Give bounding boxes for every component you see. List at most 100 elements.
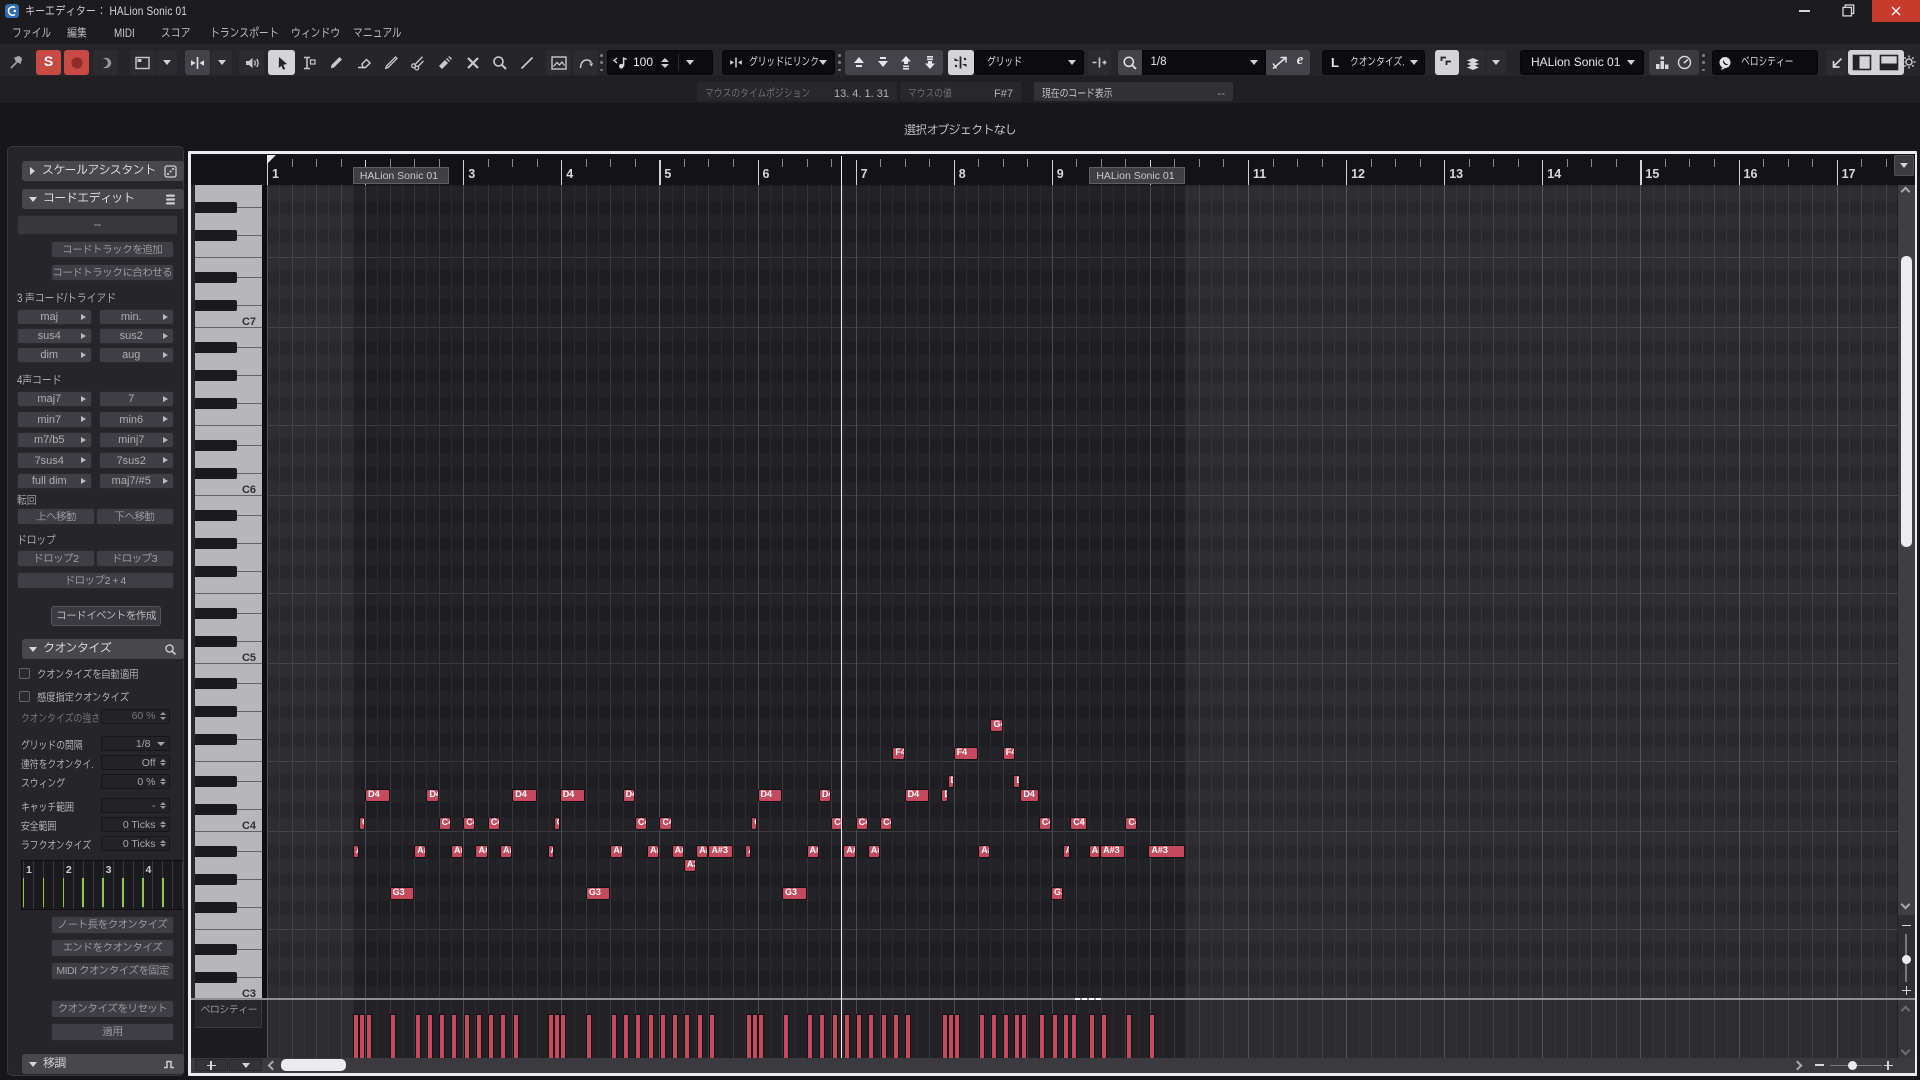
piano-keyboard[interactable]: C3C4C5C6C7 — [195, 185, 263, 998]
midi-note[interactable]: A#3 — [500, 845, 512, 858]
velocity-bar[interactable] — [948, 1014, 954, 1058]
hzoom-slider[interactable] — [1848, 1061, 1857, 1070]
quantize-param-1-dropdown-caret[interactable] — [157, 742, 165, 746]
close-button[interactable] — [1872, 0, 1920, 22]
velocity-bar[interactable] — [905, 1014, 911, 1058]
vzoom-out-icon[interactable] — [1902, 925, 1911, 927]
split-tool[interactable] — [405, 50, 432, 75]
menu-item-edit[interactable]: 編集 — [67, 25, 87, 43]
quantize-param-4-stepper[interactable] — [160, 802, 166, 810]
show-left-zone-button[interactable] — [1852, 54, 1872, 71]
midi-note[interactable]: G4 — [990, 719, 1002, 732]
vzoom-in-icon[interactable] — [1902, 986, 1911, 995]
black-key[interactable] — [195, 342, 237, 353]
event-colors-box[interactable]: ベロシティー — [1712, 50, 1818, 75]
midi-note[interactable]: A#3 — [414, 845, 426, 858]
velocity-bar[interactable] — [954, 1014, 960, 1058]
chord-tetrad-min7[interactable]: min7 — [17, 411, 92, 428]
chord-tetrad-m7b5[interactable]: m7/b5 — [17, 432, 92, 449]
velocity-bar[interactable] — [672, 1014, 678, 1058]
midi-note[interactable]: C4 — [856, 817, 868, 830]
iterative-quantize-button[interactable] — [1271, 55, 1288, 71]
record-in-editor-button[interactable] — [64, 50, 89, 75]
autoscroll-dropdown[interactable] — [211, 50, 232, 75]
velocity-bar[interactable] — [623, 1014, 629, 1058]
ruler-options-button[interactable] — [1894, 155, 1914, 176]
velocity-lane[interactable] — [267, 1000, 1898, 1058]
velocity-bar[interactable] — [1014, 1014, 1020, 1058]
velocity-bar[interactable] — [819, 1014, 825, 1058]
chord-triad-maj[interactable]: maj — [17, 309, 92, 326]
chord-triad-maj-play-icon[interactable] — [81, 314, 86, 320]
quantize-param-0-value-box[interactable]: 60 % — [101, 709, 170, 724]
velocity-bar[interactable] — [1149, 1014, 1155, 1058]
object-selection-tool[interactable] — [268, 50, 295, 75]
controller-lane-presets-button[interactable] — [229, 1059, 262, 1071]
velocity-bar[interactable] — [451, 1014, 457, 1058]
quantize-preset-dropdown[interactable] — [1250, 60, 1258, 65]
quantize-param-1-value-box[interactable]: 1/8 — [101, 736, 170, 751]
hscroll-thumb[interactable] — [281, 1059, 346, 1071]
black-key[interactable] — [195, 734, 237, 745]
midi-note[interactable]: A#3 — [807, 845, 819, 858]
midi-note[interactable]: G3 — [586, 887, 611, 900]
midi-note[interactable]: C4 — [751, 817, 757, 830]
chord-triad-aug[interactable]: aug — [99, 347, 174, 364]
midi-note[interactable]: D4 — [512, 789, 537, 802]
hscroll-right-arrow[interactable] — [1792, 1060, 1802, 1070]
insert-velocity-stepper[interactable] — [661, 58, 669, 68]
solo-editor-button[interactable]: S — [36, 50, 61, 75]
move-down-inversion-button[interactable]: 下へ移動 — [96, 508, 174, 525]
midi-note[interactable]: A#3 — [647, 845, 659, 858]
snap-on-off-button[interactable] — [948, 50, 974, 75]
part-name-tab-end[interactable]: HALion Sonic 01 — [1089, 167, 1185, 184]
chord-tetrad-m7b5-play-icon[interactable] — [81, 437, 86, 443]
velocity-bar[interactable] — [1089, 1014, 1095, 1058]
black-key[interactable] — [195, 468, 237, 479]
setup-window-layout-button[interactable] — [130, 50, 155, 75]
midi-note[interactable]: D4 — [941, 789, 947, 802]
section-transpose[interactable]: 移調 — [22, 1054, 184, 1074]
note-expression-button[interactable] — [1655, 55, 1670, 70]
velocity-bar[interactable] — [353, 1014, 359, 1058]
line-tool[interactable] — [514, 50, 541, 75]
drop3-button[interactable]: ドロップ3 — [96, 550, 174, 567]
hscroll-left-arrow[interactable] — [267, 1060, 277, 1070]
quantize-param-2-value-box[interactable]: Off — [101, 755, 170, 770]
chord-tetrad-7sus4[interactable]: 7sus4 — [17, 452, 92, 469]
midi-note[interactable]: D4 — [905, 789, 930, 802]
range-selection-tool[interactable] — [295, 50, 322, 75]
midi-note[interactable]: C4 — [359, 817, 365, 830]
chord-tetrad-7-play-icon[interactable] — [163, 396, 168, 402]
midi-note[interactable]: A#3 — [843, 845, 855, 858]
quantize-action-1-button[interactable]: エンドをクオンタイズ — [51, 939, 174, 957]
chord-tetrad-7sus4-play-icon[interactable] — [81, 457, 86, 463]
velocity-bar[interactable] — [560, 1014, 566, 1058]
midi-note[interactable]: A#3 — [672, 845, 684, 858]
move-up-inversion-button[interactable]: 上へ移動 — [17, 508, 95, 525]
black-key[interactable] — [195, 272, 237, 283]
part-list-dropdown[interactable] — [1486, 50, 1506, 75]
black-key[interactable] — [195, 370, 237, 381]
midi-note[interactable]: A#3 — [610, 845, 622, 858]
black-key[interactable] — [195, 510, 237, 521]
chord-tetrad-fulldim-play-icon[interactable] — [81, 478, 86, 484]
velocity-bar[interactable] — [500, 1014, 506, 1058]
velocity-bar[interactable] — [709, 1014, 715, 1058]
velocity-bar[interactable] — [648, 1014, 654, 1058]
velocity-bar[interactable] — [1039, 1014, 1045, 1058]
show-lower-zone-button[interactable] — [1879, 54, 1899, 71]
autoscroll-button[interactable] — [185, 50, 210, 75]
autoscroll-link-grid-box[interactable]: グリッドにリンク — [722, 50, 835, 75]
midi-note[interactable]: A#3 — [745, 845, 751, 858]
lane-resize-grip[interactable] — [1082, 998, 1087, 1000]
insert-velocity-box[interactable]: 100 — [607, 50, 713, 75]
drop2-4-button[interactable]: ドロップ2 + 4 — [17, 572, 174, 589]
controller-lane-selector[interactable]: ベロシティー — [195, 1000, 263, 1029]
show-part-borders-button[interactable] — [1460, 50, 1485, 75]
velocity-bar[interactable] — [758, 1014, 764, 1058]
chord-triad-dim[interactable]: dim — [17, 347, 92, 364]
note-grid[interactable]: A#3C4D4G3A#3D4C4A#3C4A#3C4A#3D4A#3C4D4G3… — [267, 185, 1898, 998]
velocity-bar[interactable] — [439, 1014, 445, 1058]
black-key[interactable] — [195, 846, 237, 857]
